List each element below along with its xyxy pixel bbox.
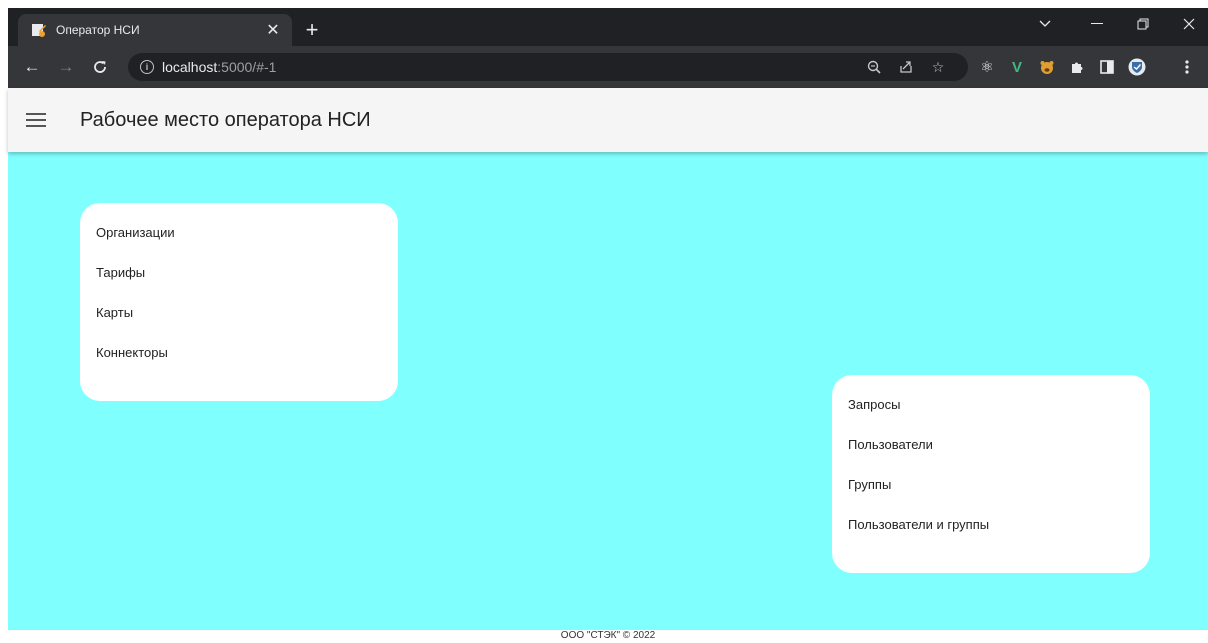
- menu-item-requests[interactable]: Запросы: [832, 393, 1150, 433]
- address-bar[interactable]: i localhost :5000/#-1 ☆: [128, 53, 968, 81]
- forward-arrow-icon[interactable]: →: [54, 55, 78, 79]
- back-arrow-icon[interactable]: ←: [20, 55, 44, 79]
- share-icon[interactable]: [896, 57, 916, 77]
- menu-item-tariffs[interactable]: Тарифы: [80, 261, 398, 301]
- side-panel-icon[interactable]: [1096, 56, 1118, 78]
- tab-title: Оператор НСИ: [56, 23, 140, 37]
- page-title: Рабочее место оператора НСИ: [80, 108, 371, 131]
- main-content: Организации Тарифы Карты Коннекторы Запр…: [8, 152, 1208, 630]
- reload-icon[interactable]: [88, 55, 112, 79]
- app-header: Рабочее место оператора НСИ: [8, 88, 1208, 152]
- browser-menu-kebab-icon[interactable]: [1176, 56, 1198, 78]
- profile-shield-icon[interactable]: [1126, 56, 1148, 78]
- url-host: localhost: [162, 59, 218, 75]
- new-tab-button[interactable]: +: [300, 17, 324, 42]
- footer-copyright: ООО "СТЭК" © 2022: [560, 630, 656, 641]
- tab-close-icon[interactable]: ✕: [262, 19, 284, 41]
- browser-tab[interactable]: Оператор НСИ ✕: [18, 14, 292, 46]
- menu-item-cards[interactable]: Карты: [80, 301, 398, 341]
- menu-item-users-and-groups[interactable]: Пользователи и группы: [832, 513, 1150, 553]
- bookmark-star-icon[interactable]: ☆: [928, 57, 948, 77]
- right-menu-card: Запросы Пользователи Группы Пользователи…: [832, 375, 1150, 573]
- app-favicon-icon: [32, 24, 46, 37]
- site-info-icon[interactable]: i: [140, 60, 154, 74]
- zoom-icon[interactable]: [864, 57, 884, 77]
- extensions-puzzle-icon[interactable]: [1066, 56, 1088, 78]
- hamburger-menu-icon[interactable]: [26, 113, 46, 127]
- menu-item-connectors[interactable]: Коннекторы: [80, 341, 398, 381]
- menu-item-organizations[interactable]: Организации: [80, 221, 398, 261]
- restore-icon[interactable]: [1120, 8, 1166, 40]
- tab-search-chevron-down-icon[interactable]: [1022, 8, 1068, 40]
- url-path: :5000/#-1: [217, 59, 277, 75]
- vue-devtools-icon[interactable]: V: [1006, 56, 1028, 78]
- menu-item-groups[interactable]: Группы: [832, 473, 1150, 513]
- react-devtools-icon[interactable]: ⚛: [976, 56, 998, 78]
- window-close-icon[interactable]: [1166, 8, 1208, 40]
- browser-tab-bar: Оператор НСИ ✕ +: [8, 8, 1208, 46]
- bear-extension-icon[interactable]: [1036, 56, 1058, 78]
- minimize-icon[interactable]: [1074, 8, 1120, 40]
- menu-item-users[interactable]: Пользователи: [832, 433, 1150, 473]
- browser-toolbar: ← → i localhost :5000/#-1 ☆ ⚛ V: [8, 46, 1208, 88]
- left-menu-card: Организации Тарифы Карты Коннекторы: [80, 203, 398, 401]
